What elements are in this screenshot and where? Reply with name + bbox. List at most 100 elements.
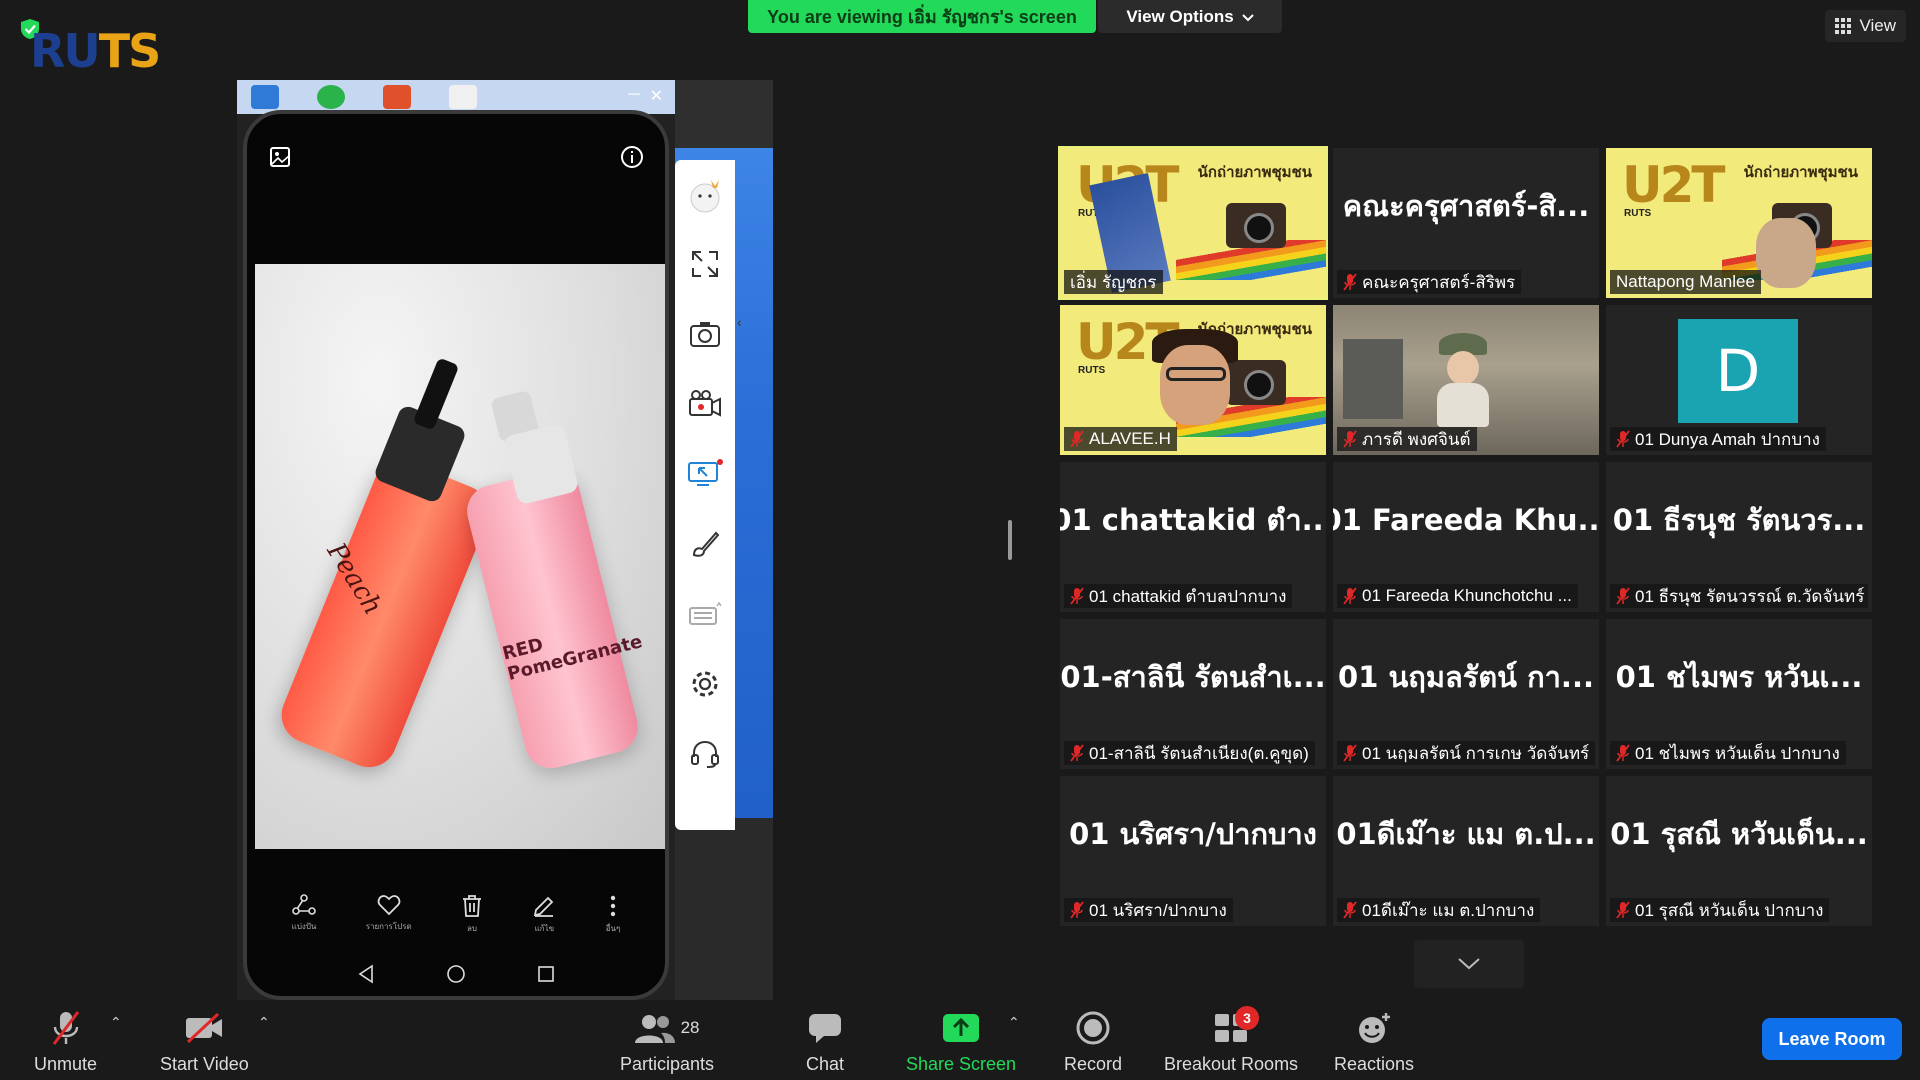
participant-name: 01-สาลินี รัตนสำเนียง(ต.คูขุด) (1064, 741, 1315, 765)
meeting-toolbar: Unmute ⌃ Start Video ⌃ 28 Participants C… (0, 1000, 1920, 1080)
participant-name: 01 Fareeda Khunchotchu ... (1337, 584, 1578, 608)
keyboard-icon[interactable] (685, 590, 725, 638)
video-tile[interactable]: 01 ชไมพร หวันเ... 01 ชไมพร หวันเด็น ปากบ… (1606, 619, 1872, 769)
share-action[interactable]: แบ่งปัน (292, 894, 316, 935)
participant-name: เอิ่ม รัญชกร (1064, 270, 1163, 294)
screen-cast-icon[interactable] (685, 450, 725, 498)
mic-muted-icon (1343, 273, 1357, 291)
delete-action[interactable]: ลบ (461, 894, 483, 935)
edit-action[interactable]: แก้ไข (532, 894, 556, 935)
video-tile[interactable]: 01 Fareeda Khu... 01 Fareeda Khunchotchu… (1333, 462, 1599, 612)
record-button[interactable]: Record (1064, 1010, 1122, 1075)
participant-display-name: 01 ธีรนุช รัตนวร... (1612, 502, 1866, 537)
view-layout-button[interactable]: View (1825, 10, 1906, 42)
mic-muted-icon (1616, 901, 1630, 919)
close-icon[interactable]: ✕ (650, 86, 663, 106)
video-tile[interactable]: 01 นริศรา/ปากบาง 01 นริศรา/ปากบาง (1060, 776, 1326, 926)
share-options-caret[interactable]: ⌃ (1008, 1014, 1020, 1031)
minimize-icon[interactable]: ─ (628, 86, 639, 106)
logo-text-ru: RU (30, 24, 101, 78)
mic-muted-icon (1070, 744, 1084, 762)
recents-nav-icon[interactable] (536, 964, 556, 984)
logo-text-ts: TS (98, 24, 161, 78)
video-options-caret[interactable]: ⌃ (258, 1014, 270, 1031)
video-tile[interactable]: U2T RUTS นักถ่ายภาพชุมชน ALAVEE.H (1060, 305, 1326, 455)
participant-display-name: 01 นฤมลรัตน์ กา... (1338, 659, 1594, 694)
video-tile[interactable]: 01 นฤมลรัตน์ กา... 01 นฤมลรัตน์ การเกษ ว… (1333, 619, 1599, 769)
split-view-divider[interactable] (1008, 520, 1012, 560)
participant-name: Nattapong Manlee (1610, 270, 1761, 294)
shared-screen[interactable]: ─ ✕ Peach RED PomeGranate แบ่งปัน รายการ… (237, 80, 773, 1000)
leave-room-button[interactable]: Leave Room (1762, 1018, 1902, 1060)
peach-bottle (273, 452, 497, 776)
app-icon (251, 85, 279, 109)
headset-support-icon[interactable] (685, 730, 725, 778)
video-tile[interactable]: 01-สาลินี รัตนสำเ... 01-สาลินี รัตนสำเนี… (1060, 619, 1326, 769)
participants-button[interactable]: 28 Participants (620, 1010, 714, 1075)
mic-muted-icon (1070, 587, 1084, 605)
video-tile[interactable]: คณะครุศาสตร์-สิ... คณะครุศาสตร์-สิริพร (1333, 148, 1599, 298)
participant-name: 01 Dunya Amah ปากบาง (1610, 427, 1826, 451)
collapse-toolbar-icon[interactable]: ‹ (737, 314, 742, 330)
mic-muted-icon (1616, 744, 1630, 762)
video-off-icon (186, 1012, 223, 1044)
participant-display-name: 01-สาลินี รัตนสำเ... (1060, 659, 1326, 694)
breakout-count-badge: 3 (1235, 1006, 1260, 1030)
share-screen-button[interactable]: Share Screen (906, 1010, 1016, 1075)
office-icon (383, 85, 411, 109)
participant-name: 01 รุสณี หวันเด็น ปากบาง (1610, 898, 1830, 922)
participant-name: 01 นริศรา/ปากบาง (1064, 898, 1233, 922)
mic-muted-icon (52, 1011, 79, 1045)
fullscreen-icon[interactable] (685, 240, 725, 288)
viewing-screen-banner: You are viewing เอิ่ม รัญชกร's screen (748, 0, 1096, 33)
info-icon[interactable] (619, 144, 645, 170)
view-options-button[interactable]: View Options (1098, 0, 1282, 33)
participant-name: 01 ธีรนุช รัตนวรรณ์ ต.วัดจันทร์ (1610, 584, 1868, 608)
video-tile[interactable]: U2T RUTS นักถ่ายภาพชุมชน Nattapong Manle… (1606, 148, 1872, 298)
mic-muted-icon (1343, 587, 1357, 605)
video-tile[interactable]: 01 chattakid ตำ... 01 chattakid ตำบลปากบ… (1060, 462, 1326, 612)
view-options-label: View Options (1126, 6, 1234, 26)
chat-button[interactable]: Chat (806, 1010, 844, 1075)
participant-display-name: 01 Fareeda Khu... (1333, 502, 1599, 537)
video-tile[interactable]: U2T RUTS นักถ่ายภาพชุมชน เอิ่ม รัญชกร (1058, 146, 1328, 300)
emoji-plus-icon (1359, 1013, 1391, 1043)
participant-display-name: 01 รุสณี หวันเด็น... (1610, 816, 1868, 851)
next-page-button[interactable] (1414, 940, 1524, 988)
participant-name: 01 ชไมพร หวันเด็น ปากบาง (1610, 741, 1846, 765)
participant-display-name: คณะครุศาสตร์-สิ... (1342, 188, 1590, 223)
favorite-action[interactable]: รายการโปรด (366, 894, 412, 935)
grid-view-icon (1835, 18, 1852, 34)
video-tile[interactable]: 01 ธีรนุช รัตนวร... 01 ธีรนุช รัตนวรรณ์ … (1606, 462, 1872, 612)
zoom-meeting-window: You are viewing เอิ่ม รัญชกร's screen Vi… (0, 0, 1920, 1080)
video-tile[interactable]: D 01 Dunya Amah ปากบาง (1606, 305, 1872, 455)
audio-options-caret[interactable]: ⌃ (110, 1014, 122, 1031)
participant-display-name: 01 นริศรา/ปากบาง (1069, 816, 1317, 851)
unmute-button[interactable]: Unmute (34, 1010, 97, 1075)
gallery-image-icon[interactable] (267, 144, 293, 170)
video-tile[interactable]: ภารดี พงศจินต์ (1333, 305, 1599, 455)
app-icon (317, 85, 345, 109)
app-icon (449, 85, 477, 109)
brush-icon[interactable] (685, 520, 725, 568)
android-nav-bar (247, 964, 665, 984)
settings-gear-icon[interactable] (685, 660, 725, 708)
participant-name: 01ดีเม๊าะ แม ต.ปากบาง (1337, 898, 1541, 922)
breakout-rooms-button[interactable]: 3 Breakout Rooms (1164, 1006, 1298, 1075)
camera-icon[interactable] (685, 310, 725, 358)
video-tile[interactable]: 01ดีเม๊าะ แม ต.ป... 01ดีเม๊าะ แม ต.ปากบา… (1333, 776, 1599, 926)
home-nav-icon[interactable] (446, 964, 466, 984)
participant-name: คณะครุศาสตร์-สิริพร (1337, 270, 1522, 294)
photo-action-bar: แบ่งปัน รายการโปรด ลบ แก้ไข อื่นๆ (247, 894, 665, 935)
back-nav-icon[interactable] (356, 964, 376, 984)
participant-display-name: 01 ชไมพร หวันเ... (1615, 659, 1863, 694)
record-video-icon[interactable] (685, 380, 725, 428)
mic-muted-icon (1070, 430, 1084, 448)
reactions-button[interactable]: Reactions (1334, 1010, 1414, 1075)
mic-muted-icon (1616, 587, 1630, 605)
heart-icon (377, 895, 400, 916)
start-video-button[interactable]: Start Video (160, 1010, 249, 1075)
video-tile[interactable]: 01 รุสณี หวันเด็น... 01 รุสณี หวันเด็น ป… (1606, 776, 1872, 926)
more-action[interactable]: อื่นๆ (606, 894, 620, 935)
product-photo: Peach RED PomeGranate (255, 264, 665, 849)
